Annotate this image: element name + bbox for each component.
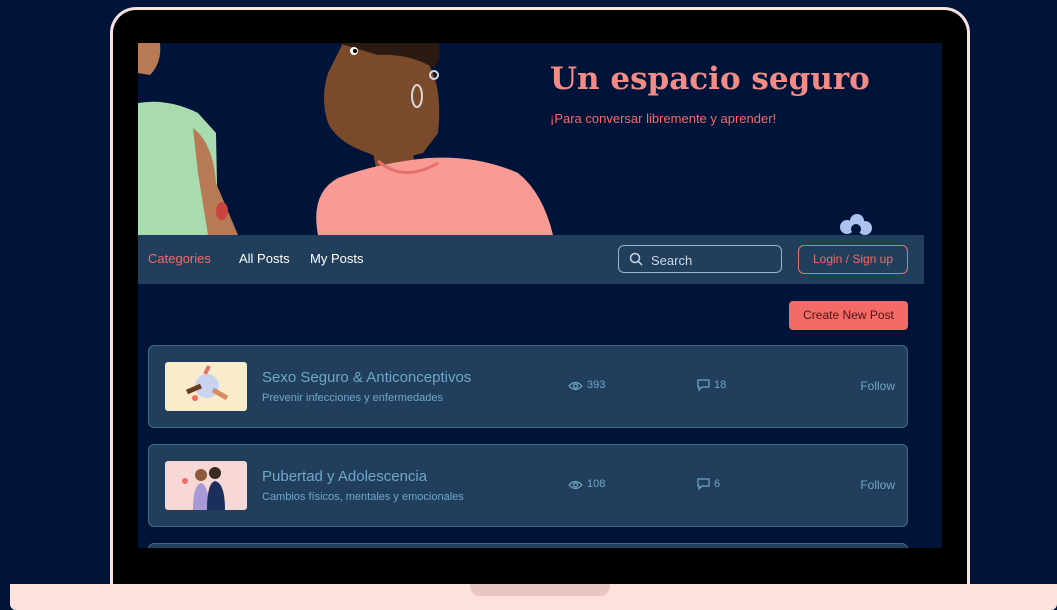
navbar: Categories All Posts My Posts Login / Si… bbox=[138, 235, 924, 284]
eye-icon bbox=[568, 480, 583, 490]
nav-categories-link[interactable]: Categories bbox=[148, 251, 211, 266]
category-subtitle: Prevenir infecciones y enfermedades bbox=[262, 392, 443, 404]
eye-icon bbox=[568, 381, 583, 391]
comments-stat: 6 bbox=[697, 478, 721, 491]
create-new-post-button[interactable]: Create New Post bbox=[789, 301, 908, 330]
category-title[interactable]: Sexo Seguro & Anticonceptivos bbox=[262, 369, 471, 386]
comments-stat: 18 bbox=[697, 379, 727, 392]
hero-title: Un espacio seguro bbox=[550, 61, 870, 97]
category-card[interactable]: Sexo Seguro & Anticonceptivos Prevenir i… bbox=[148, 345, 908, 428]
hero-illustration bbox=[138, 43, 553, 235]
category-subtitle: Cambios físicos, mentales y emocionales bbox=[262, 491, 464, 503]
category-card[interactable] bbox=[148, 543, 908, 548]
comment-icon bbox=[697, 379, 710, 392]
laptop-notch bbox=[470, 584, 610, 596]
search-icon bbox=[629, 252, 643, 266]
views-count: 108 bbox=[587, 478, 606, 490]
app-screen: Un espacio seguro ¡Para conversar librem… bbox=[138, 43, 942, 548]
comments-count: 6 bbox=[714, 478, 721, 490]
category-card[interactable]: Pubertad y Adolescencia Cambios físicos,… bbox=[148, 444, 908, 527]
login-signup-button[interactable]: Login / Sign up bbox=[798, 245, 908, 274]
nav-all-posts-link[interactable]: All Posts bbox=[239, 251, 290, 266]
views-stat: 108 bbox=[568, 478, 605, 490]
nav-my-posts-link[interactable]: My Posts bbox=[310, 251, 363, 266]
views-count: 393 bbox=[587, 379, 606, 391]
comments-count: 18 bbox=[714, 379, 727, 391]
follow-button[interactable]: Follow bbox=[860, 379, 895, 393]
search-box[interactable] bbox=[618, 245, 782, 273]
search-input[interactable] bbox=[649, 250, 778, 270]
category-title[interactable]: Pubertad y Adolescencia bbox=[262, 468, 427, 485]
hero-banner: Un espacio seguro ¡Para conversar librem… bbox=[138, 43, 942, 235]
category-thumbnail bbox=[165, 362, 247, 411]
flower-decoration bbox=[840, 214, 872, 235]
views-stat: 393 bbox=[568, 379, 605, 391]
category-thumbnail bbox=[165, 461, 247, 510]
follow-button[interactable]: Follow bbox=[860, 478, 895, 492]
comment-icon bbox=[697, 478, 710, 491]
hero-subtitle: ¡Para conversar libremente y aprender! bbox=[550, 111, 777, 126]
